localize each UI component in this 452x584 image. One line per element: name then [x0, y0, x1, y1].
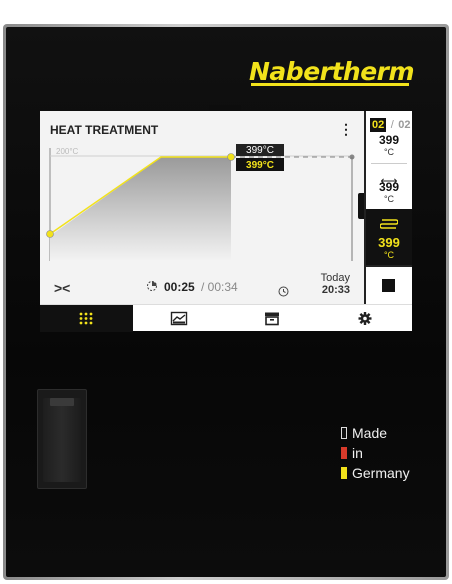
- power-switch-top: [50, 398, 74, 406]
- segment-counter: 02 / 02: [370, 115, 411, 132]
- furnace-temp-display[interactable]: 399 °C: [366, 209, 412, 265]
- setpoint-label: 399°C: [246, 145, 274, 156]
- grid-dots-icon: [79, 312, 93, 325]
- segment-start-temp: 399: [378, 133, 400, 147]
- chart-y-tick: 200°C: [56, 147, 79, 156]
- chart-icon: [170, 311, 188, 326]
- segment-separator: /: [390, 119, 394, 131]
- germany-label: Germany: [352, 465, 410, 481]
- brand-logo-underline: [251, 83, 409, 86]
- stop-icon: [382, 279, 395, 292]
- clock-icon: [278, 286, 289, 297]
- heating-element-icon: [380, 219, 398, 229]
- nav-dashboard[interactable]: [40, 305, 133, 332]
- brand-logo-text: Nabertherm: [249, 57, 415, 86]
- segment-total: 02: [398, 119, 411, 131]
- power-switch-rocker[interactable]: [43, 398, 81, 482]
- made-label: Made: [352, 425, 388, 441]
- actual-label: 399°C: [246, 160, 274, 171]
- chart-start-point: [46, 230, 54, 238]
- bottom-nav: [40, 304, 412, 332]
- flag-red-swatch: [341, 447, 347, 459]
- brand-logo: Nabertherm: [249, 57, 415, 87]
- end-time-label: 20:33: [321, 284, 350, 296]
- chart-current-point: [227, 153, 235, 161]
- program-status-row: >< 00:25 / 00:34 Today 20:33: [40, 271, 364, 304]
- furnace-temp: 399: [378, 235, 400, 250]
- segment-current: 02: [370, 118, 387, 132]
- kebab-menu-icon[interactable]: ⋮: [339, 121, 353, 137]
- nav-archive[interactable]: [226, 305, 319, 332]
- end-day-label: Today: [320, 272, 350, 284]
- in-label: in: [352, 445, 363, 461]
- side-divider: [371, 163, 407, 164]
- gear-icon: [358, 312, 372, 325]
- stop-button[interactable]: [366, 265, 412, 304]
- touch-screen: 200°C 399°C 399°C HEAT TREATMENT ⋮ >< 00…: [40, 111, 412, 332]
- elapsed-time: 00:25: [164, 280, 195, 294]
- program-view: 200°C 399°C 399°C HEAT TREATMENT ⋮ >< 00…: [40, 111, 364, 304]
- flag-gold-swatch: [341, 467, 347, 479]
- flag-black-swatch: [341, 427, 347, 439]
- power-switch[interactable]: [37, 389, 87, 489]
- furnace-temp-unit: °C: [383, 250, 395, 260]
- segment-start-unit: °C: [383, 147, 395, 157]
- segment-target-unit: °C: [383, 194, 395, 204]
- nav-settings[interactable]: [319, 305, 412, 332]
- segment-target-temp: 399: [378, 180, 400, 194]
- segment-panel: 02 / 02 399 °C ⟷ 399 °C 399 °C: [364, 111, 412, 304]
- program-title: HEAT TREATMENT: [50, 123, 159, 137]
- archive-icon: [265, 312, 279, 326]
- total-time: / 00:34: [201, 280, 238, 294]
- nav-programs[interactable]: [133, 305, 226, 332]
- chart-progress-fill: [50, 157, 231, 261]
- timer-icon: [147, 281, 157, 291]
- collapse-icon[interactable]: ><: [54, 280, 70, 296]
